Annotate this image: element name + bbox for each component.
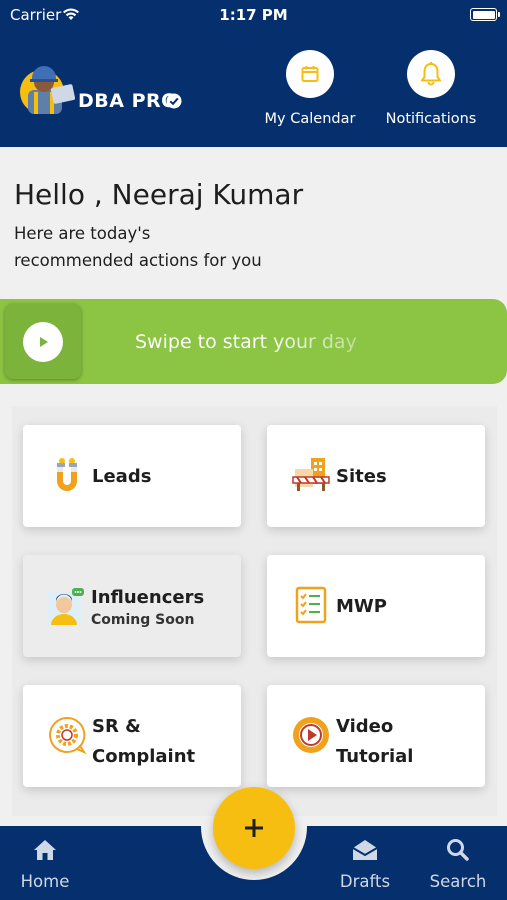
greeting-title: Hello , Neeraj Kumar: [14, 178, 304, 211]
play-video-icon: [293, 717, 329, 753]
video-tutorial-line-1: Video: [336, 716, 394, 737]
bell-icon: [407, 50, 455, 98]
swipe-to-start-bar[interactable]: Swipe to start your day: [0, 299, 507, 384]
checklist-icon: [295, 586, 327, 624]
app-header: Carrier 1:17 PM DBA PRO My Calendar Noti…: [0, 0, 507, 147]
sr-complaint-title: SR & Complaint: [92, 712, 195, 772]
calendar-label: My Calendar: [264, 111, 356, 127]
leads-tile[interactable]: Leads: [23, 425, 241, 527]
greeting-subtitle: Here are today's recommended actions for…: [14, 220, 334, 274]
status-bar: Carrier 1:17 PM: [0, 6, 507, 26]
sites-title: Sites: [336, 466, 387, 487]
nav-drafts[interactable]: Drafts: [325, 838, 405, 891]
subtitle-line-2: recommended actions for you: [14, 251, 262, 270]
nav-home-label: Home: [20, 872, 70, 891]
sites-tile[interactable]: Sites: [267, 425, 485, 527]
play-icon: [23, 321, 63, 362]
magnet-icon: [57, 458, 77, 491]
home-icon: [34, 840, 56, 860]
nav-search-label: Search: [429, 872, 487, 891]
app-logo: DBA PRO: [18, 56, 188, 120]
nav-home[interactable]: Home: [5, 838, 85, 891]
logo-text: DBA PRO: [78, 90, 178, 112]
sr-complaint-tile[interactable]: SR & Complaint: [23, 685, 241, 787]
sr-complaint-line-2: Complaint: [92, 746, 196, 767]
battery-icon: [470, 8, 500, 21]
swipe-label: Swipe to start your day: [135, 331, 357, 353]
influencers-coming-soon: Coming Soon: [91, 612, 195, 628]
influencers-tile[interactable]: Influencers Coming Soon: [23, 555, 241, 657]
nav-drafts-label: Drafts: [339, 872, 391, 891]
sr-complaint-line-1: SR &: [92, 716, 141, 737]
subtitle-line-1: Here are today's: [14, 224, 151, 243]
gear-chat-icon: [49, 716, 87, 755]
mwp-tile[interactable]: MWP: [267, 555, 485, 657]
video-tutorial-tile[interactable]: Video Tutorial: [267, 685, 485, 787]
swipe-handle[interactable]: [5, 304, 81, 379]
search-icon: [447, 839, 469, 861]
my-calendar-button[interactable]: My Calendar: [250, 50, 370, 127]
video-tutorial-line-2: Tutorial: [336, 746, 414, 767]
mwp-title: MWP: [336, 596, 387, 617]
status-time: 1:17 PM: [219, 6, 288, 24]
plus-icon: [245, 819, 263, 837]
video-tutorial-title: Video Tutorial: [336, 712, 413, 772]
envelope-open-icon: [352, 840, 378, 860]
influencers-title: Influencers: [91, 587, 205, 608]
notifications-button[interactable]: Notifications: [371, 50, 491, 127]
worker-mascot-icon: [20, 66, 76, 114]
influencer-avatar-icon: [47, 588, 84, 625]
calendar-icon: [286, 50, 334, 98]
add-fab-button[interactable]: [213, 787, 295, 869]
leads-title: Leads: [92, 466, 152, 487]
verified-check-icon: [166, 93, 182, 109]
notifications-label: Notifications: [385, 111, 477, 127]
nav-search[interactable]: Search: [418, 838, 498, 891]
construction-site-icon: [292, 458, 330, 491]
